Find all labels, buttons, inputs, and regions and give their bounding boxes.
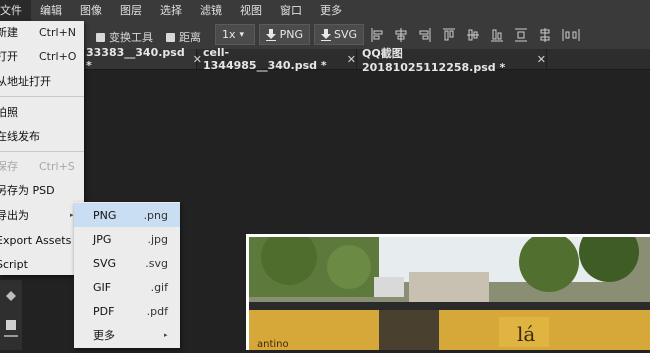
menu-item-export-assets[interactable]: Export Assets — [0, 229, 84, 251]
distribute-horizontal-icon[interactable] — [562, 27, 580, 43]
menu-bar: 文件 编辑 图像 图层 选择 滤镜 视图 窗口 更多 — [0, 0, 650, 21]
menu-item-label: 保存 — [0, 160, 18, 173]
submenu-arrow-icon: ▸ — [164, 331, 168, 339]
menu-divider — [0, 151, 84, 152]
export-svg-button[interactable]: SVG — [314, 24, 364, 45]
export-png-button[interactable]: PNG — [259, 24, 310, 45]
align-bottom-icon[interactable] — [490, 27, 504, 43]
submenu-item-label: 更多 — [93, 329, 115, 342]
checkbox-icon — [96, 32, 105, 42]
tab-document-2[interactable]: cell-1344985__340.psd * ✕ — [197, 46, 357, 72]
align-middle-icon[interactable] — [466, 27, 480, 43]
menu-item-script[interactable]: Script — [0, 253, 84, 275]
tab-document-1[interactable]: 33383__340.psd * ✕ — [86, 46, 202, 72]
distribute-vertical-icon[interactable] — [514, 27, 528, 43]
submenu-item-label: PDF — [93, 304, 115, 318]
canvas-image[interactable]: lá antino — [246, 234, 650, 350]
tool-icons — [4, 291, 18, 337]
submenu-item-more[interactable]: 更多 ▸ — [74, 323, 180, 347]
checkbox-icon — [166, 32, 175, 42]
transform-tools-checkbox[interactable]: 变换工具 — [96, 29, 153, 45]
menu-item-label: 另存为 PSD — [0, 184, 55, 197]
submenu-item-png[interactable]: PNG .png — [74, 203, 180, 227]
submenu-item-svg[interactable]: SVG .svg — [74, 251, 180, 275]
submenu-item-gif[interactable]: GIF .gif — [74, 275, 180, 299]
tab-label: cell-1344985__340.psd * — [203, 46, 327, 72]
submenu-item-jpg[interactable]: JPG .jpg — [74, 227, 180, 251]
menu-select[interactable]: 选择 — [151, 0, 191, 21]
align-toolbar — [370, 27, 580, 43]
submenu-arrow-icon: ▸ — [70, 211, 74, 219]
tab-document-3[interactable]: QQ截图20181025112258.psd * ✕ — [357, 47, 547, 74]
menu-item-save: 保存 Ctrl+S — [0, 155, 84, 177]
menu-view[interactable]: 视图 — [231, 0, 271, 21]
distance-label: 距离 — [179, 31, 201, 44]
align-top-icon[interactable] — [442, 27, 456, 43]
export-png-label: PNG — [279, 28, 303, 41]
menu-divider — [0, 96, 84, 97]
submenu-item-label: JPG — [93, 232, 112, 246]
download-icon — [266, 28, 276, 41]
menu-item-open-from-url[interactable]: 从地址打开 — [0, 70, 84, 92]
menu-item-label: 导出为 — [0, 209, 29, 222]
menu-more[interactable]: 更多 — [311, 0, 351, 21]
file-extension-label: .png — [143, 208, 168, 222]
menu-layer[interactable]: 图层 — [111, 0, 151, 21]
file-extension-label: .gif — [150, 280, 168, 294]
menu-item-label: 从地址打开 — [0, 75, 51, 88]
align-center-icon[interactable] — [394, 27, 408, 43]
tool-divider — [4, 335, 18, 337]
distribute-center-icon[interactable] — [538, 27, 552, 43]
menu-item-open[interactable]: 打开 Ctrl+O — [0, 45, 84, 67]
export-svg-label: SVG — [333, 28, 357, 41]
transform-tools-label: 变换工具 — [109, 31, 153, 44]
align-left-icon[interactable] — [370, 27, 384, 43]
shortcut-label: Ctrl+S — [39, 159, 75, 173]
submenu-item-label: GIF — [93, 280, 112, 294]
submenu-item-label: PNG — [93, 208, 117, 222]
shortcut-label: Ctrl+N — [39, 25, 77, 39]
sign-text-2: antino — [257, 339, 289, 350]
chevron-down-icon: ▾ — [239, 29, 245, 40]
menu-window[interactable]: 窗口 — [271, 0, 311, 21]
menu-image[interactable]: 图像 — [71, 0, 111, 21]
submenu-item-pdf[interactable]: PDF .pdf — [74, 299, 180, 323]
file-extension-label: .pdf — [146, 304, 168, 318]
zoom-select[interactable]: 1x ▾ — [215, 24, 255, 45]
menu-item-label: Script — [0, 257, 28, 271]
menu-item-save-as-psd[interactable]: 另存为 PSD — [0, 179, 84, 201]
export-submenu: PNG .png JPG .jpg SVG .svg GIF .gif PDF … — [74, 202, 180, 348]
close-icon[interactable]: ✕ — [537, 53, 546, 66]
menu-edit[interactable]: 编辑 — [31, 0, 71, 21]
download-icon — [321, 28, 331, 41]
menu-item-export-as[interactable]: 导出为 ▸ — [0, 204, 84, 226]
menu-item-label: Export Assets — [0, 233, 72, 247]
file-menu: 新建 Ctrl+N 打开 Ctrl+O 从地址打开 拍照 在线发布 保存 Ctr… — [0, 21, 84, 275]
file-extension-label: .svg — [145, 256, 168, 270]
menu-item-new[interactable]: 新建 Ctrl+N — [0, 21, 84, 43]
menu-item-label: 打开 — [0, 50, 18, 63]
distance-checkbox[interactable]: 距离 — [166, 29, 201, 45]
submenu-item-label: SVG — [93, 256, 117, 270]
document-tabs: 33383__340.psd * ✕ cell-1344985__340.psd… — [0, 46, 650, 74]
tools-panel — [0, 280, 22, 350]
menu-file[interactable]: 文件 — [0, 0, 31, 21]
menu-filter[interactable]: 滤镜 — [191, 0, 231, 21]
close-icon[interactable]: ✕ — [347, 53, 356, 66]
menu-item-label: 拍照 — [0, 106, 18, 119]
paint-bucket-icon — [6, 291, 16, 301]
text-tool-icon — [6, 320, 16, 330]
tab-label: QQ截图20181025112258.psd * — [362, 46, 506, 74]
shortcut-label: Ctrl+O — [39, 49, 77, 63]
menu-item-publish-online[interactable]: 在线发布 — [0, 125, 84, 147]
photo-illustration: lá antino — [249, 237, 650, 350]
menu-item-take-photo[interactable]: 拍照 — [0, 101, 84, 123]
menu-item-label: 新建 — [0, 26, 18, 39]
menu-item-label: 在线发布 — [0, 130, 40, 143]
zoom-value: 1x — [222, 28, 236, 41]
file-extension-label: .jpg — [147, 232, 168, 246]
tab-label: 33383__340.psd * — [86, 46, 185, 72]
align-right-icon[interactable] — [418, 27, 432, 43]
sign-text: lá — [517, 322, 535, 346]
